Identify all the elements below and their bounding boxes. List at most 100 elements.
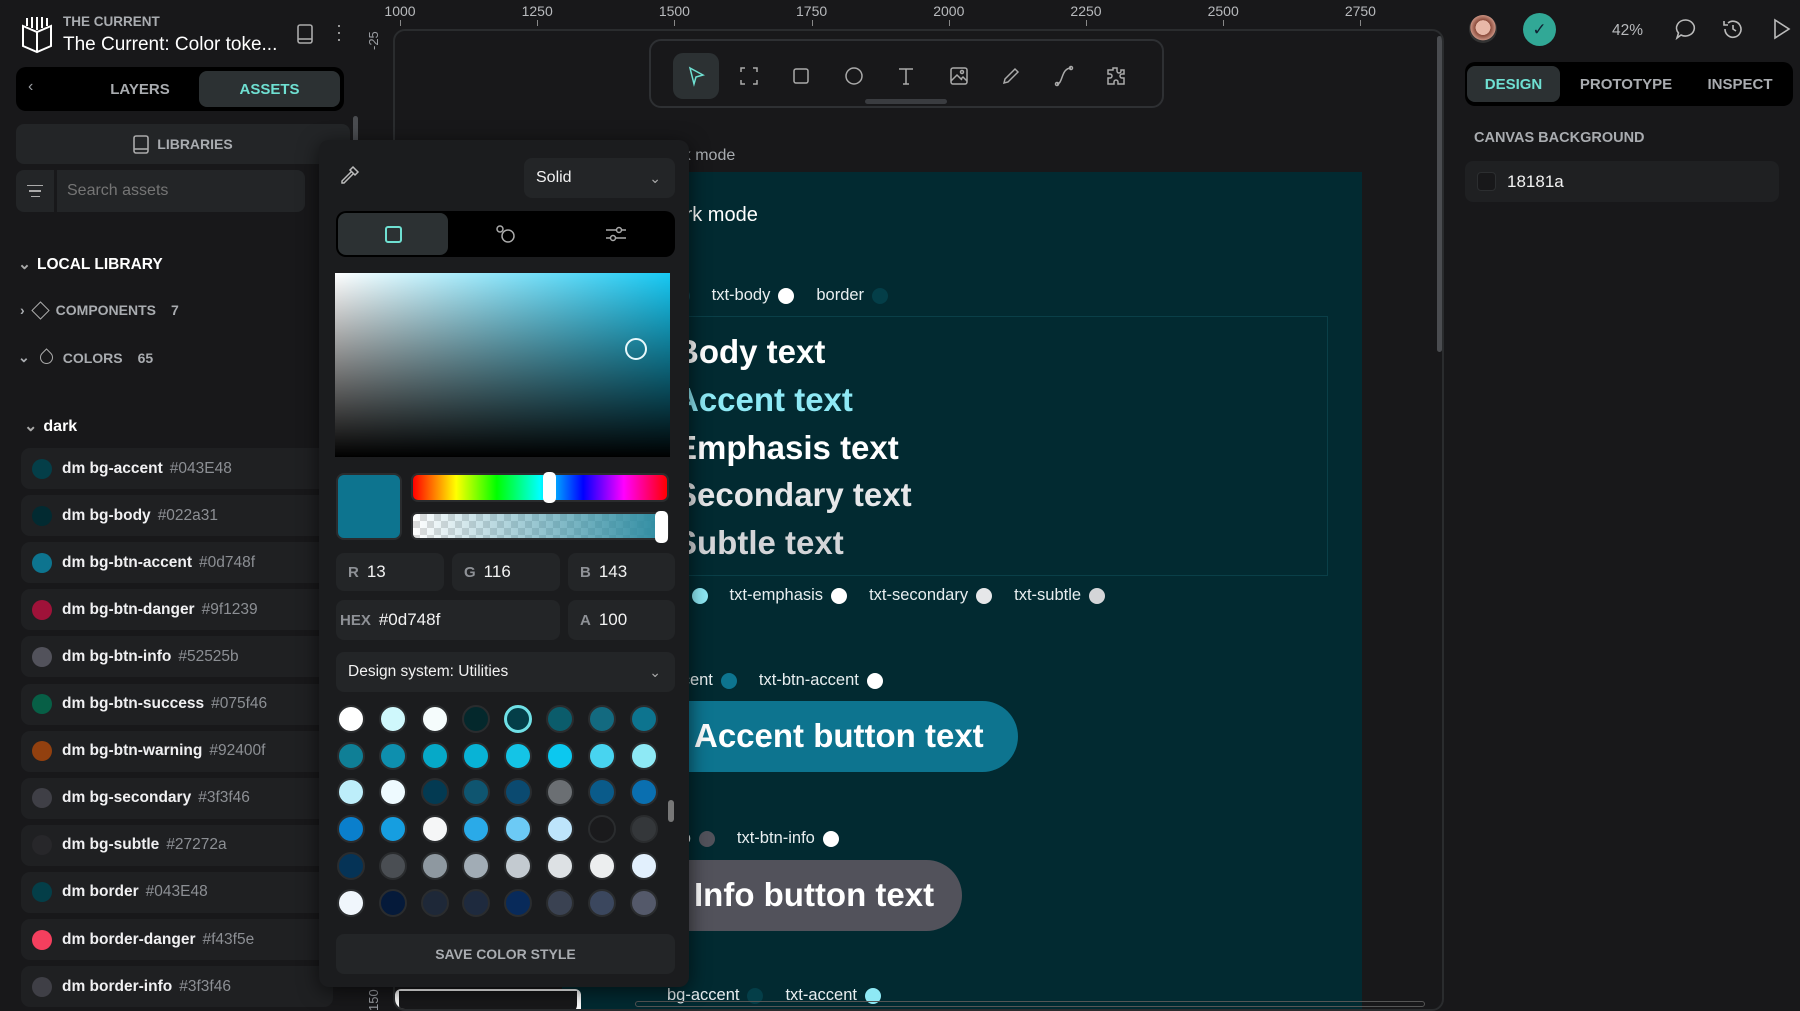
zoom-level[interactable]: 42% <box>1612 22 1643 40</box>
swatch[interactable] <box>378 851 407 880</box>
swatch[interactable] <box>546 888 574 917</box>
color-style-item[interactable]: dm bg-btn-info #52525b <box>21 636 333 678</box>
canvas-background-field[interactable]: 18181a <box>1465 161 1779 202</box>
swatch[interactable] <box>546 741 574 770</box>
local-library-toggle[interactable]: ⌄ LOCAL LIBRARY <box>18 255 163 274</box>
text-tool-button[interactable] <box>883 53 929 99</box>
swatch[interactable] <box>337 851 365 880</box>
play-icon[interactable] <box>1768 16 1794 42</box>
swatch[interactable] <box>337 705 365 733</box>
hue-thumb[interactable] <box>543 472 557 503</box>
pointer-tool-button[interactable] <box>673 53 719 99</box>
red-input[interactable]: R 13 <box>336 553 444 591</box>
alpha-thumb[interactable] <box>655 511 668 543</box>
color-style-item[interactable]: dm bg-btn-success #075f46 <box>21 683 333 725</box>
swatches-scrollbar[interactable] <box>668 800 674 822</box>
swatch[interactable] <box>504 741 533 770</box>
swatch[interactable] <box>587 741 616 770</box>
more-menu-icon[interactable]: · · · <box>336 16 342 48</box>
hue-slider[interactable] <box>411 472 669 503</box>
swatch[interactable] <box>337 741 365 770</box>
green-input[interactable]: G 116 <box>452 553 560 591</box>
tab-sliders[interactable] <box>561 215 671 253</box>
swatch[interactable] <box>587 705 616 733</box>
sample-text[interactable]: Emphasis text <box>675 429 899 467</box>
rectangle-tool-button[interactable] <box>778 53 824 99</box>
blue-input[interactable]: B 143 <box>568 553 675 591</box>
alpha-input[interactable]: A 100 <box>568 600 675 640</box>
book-icon[interactable] <box>296 24 314 44</box>
swatch[interactable] <box>462 851 491 880</box>
swatch[interactable] <box>462 778 491 807</box>
sample-text[interactable]: Secondary text <box>675 476 912 514</box>
swatch[interactable] <box>587 851 616 880</box>
swatch[interactable] <box>587 778 616 807</box>
sv-handle[interactable] <box>625 338 647 360</box>
swatch[interactable] <box>337 778 365 807</box>
hex-input[interactable]: HEX #0d748f <box>336 600 560 640</box>
colors-toggle[interactable]: ⌄ COLORS 65 <box>18 348 153 367</box>
history-icon[interactable] <box>1720 16 1746 42</box>
filter-button[interactable] <box>16 170 54 212</box>
swatch[interactable] <box>420 741 449 770</box>
plugins-tool-button[interactable] <box>1093 53 1139 99</box>
avatar[interactable] <box>1469 15 1497 43</box>
comment-icon[interactable] <box>1673 16 1699 42</box>
swatch[interactable] <box>462 741 491 770</box>
swatch[interactable] <box>587 888 616 917</box>
color-style-item[interactable]: dm bg-body #022a31 <box>21 495 333 537</box>
ellipse-tool-button[interactable] <box>831 53 877 99</box>
sample-text[interactable]: Subtle text <box>675 524 844 562</box>
tab-design[interactable]: DESIGN <box>1467 66 1560 102</box>
tab-prototype[interactable]: PROTOTYPE <box>1565 66 1687 102</box>
tab-inspect[interactable]: INSPECT <box>1687 66 1793 102</box>
alpha-slider[interactable] <box>411 511 669 543</box>
swatch[interactable] <box>546 705 574 733</box>
path-tool-button[interactable] <box>1041 53 1087 99</box>
tab-gradient-circles[interactable] <box>451 215 561 253</box>
saturation-value-area[interactable] <box>335 273 670 457</box>
swatch[interactable] <box>629 888 658 917</box>
swatch[interactable] <box>378 888 407 917</box>
color-style-item[interactable]: dm bg-btn-danger #9f1239 <box>21 589 333 631</box>
image-tool-button[interactable] <box>936 53 982 99</box>
swatch[interactable] <box>378 815 407 844</box>
component-preview[interactable] <box>395 989 581 1009</box>
color-style-item[interactable]: dm bg-secondary #3f3f46 <box>21 777 333 819</box>
swatch[interactable] <box>629 705 658 733</box>
swatch[interactable] <box>420 705 449 733</box>
swatch[interactable] <box>420 888 449 917</box>
fill-type-dropdown[interactable]: Solid ⌄ <box>524 158 675 198</box>
sample-text[interactable]: Body text <box>675 333 825 371</box>
swatch[interactable] <box>462 815 491 844</box>
swatch[interactable] <box>337 815 365 844</box>
color-style-item[interactable]: dm bg-subtle #27272a <box>21 824 333 866</box>
swatch[interactable] <box>546 851 574 880</box>
tab-assets[interactable]: ASSETS <box>199 71 340 107</box>
color-style-item[interactable]: dm border-info #3f3f46 <box>21 966 333 1008</box>
swatch[interactable] <box>504 851 533 880</box>
swatch[interactable] <box>378 741 407 770</box>
swatch[interactable] <box>629 778 658 807</box>
libraries-button[interactable]: LIBRARIES <box>16 124 350 164</box>
search-assets-input[interactable] <box>57 170 305 212</box>
color-style-item[interactable]: dm border #043E48 <box>21 871 333 913</box>
swatch[interactable] <box>629 741 658 770</box>
canvas-background-swatch[interactable] <box>1477 172 1496 191</box>
color-style-item[interactable]: dm border-danger #f43f5e <box>21 919 333 960</box>
tab-layers[interactable]: LAYERS <box>76 71 204 107</box>
swatch[interactable] <box>378 778 407 807</box>
swatch[interactable] <box>504 778 533 807</box>
group-dark-toggle[interactable]: ⌄ dark <box>24 416 77 436</box>
color-style-item[interactable]: dm bg-accent #043E48 <box>21 448 333 489</box>
swatch[interactable] <box>546 815 574 844</box>
components-toggle[interactable]: › COMPONENTS 7 <box>20 300 179 320</box>
color-style-item[interactable]: dm bg-btn-warning #92400f <box>21 730 333 772</box>
eyedropper-icon[interactable] <box>339 164 361 186</box>
swatch[interactable] <box>462 888 491 917</box>
swatch[interactable] <box>420 815 449 844</box>
horizontal-scrollbar[interactable] <box>635 1001 1425 1007</box>
pencil-tool-button[interactable] <box>988 53 1034 99</box>
swatch[interactable] <box>629 815 658 844</box>
tab-color-picker[interactable] <box>338 213 448 255</box>
